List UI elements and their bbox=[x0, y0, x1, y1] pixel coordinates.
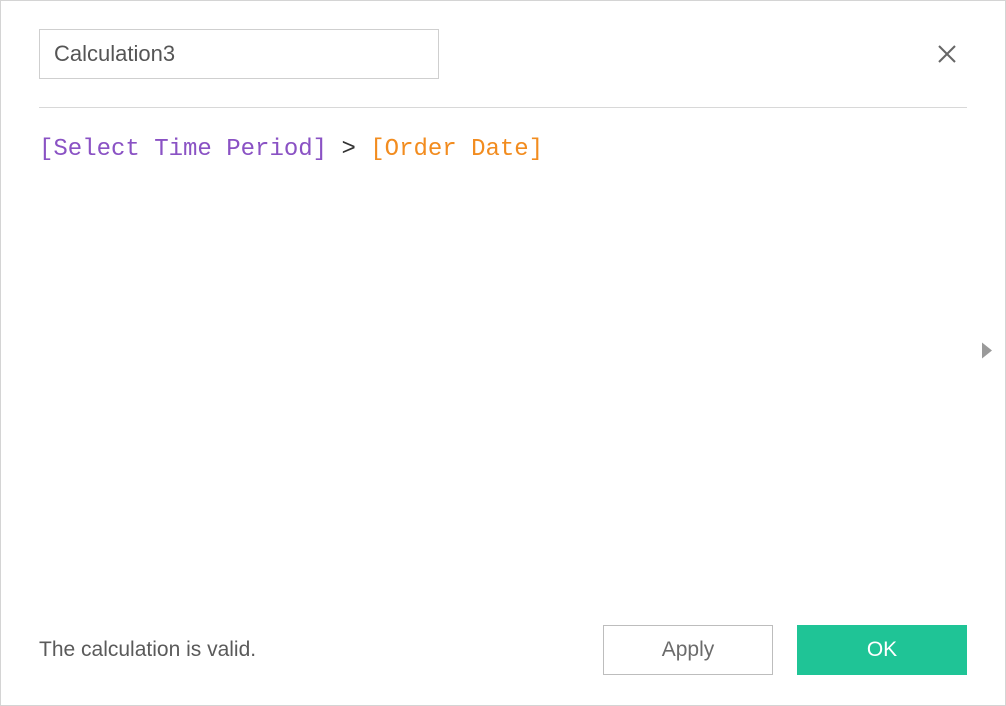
validation-status-text: The calculation is valid. bbox=[39, 638, 256, 662]
formula-token-field: [Order Date] bbox=[370, 136, 543, 163]
dialog-footer: The calculation is valid. Apply OK bbox=[1, 625, 1005, 705]
calculation-name-input[interactable] bbox=[39, 29, 439, 79]
expand-panel-button[interactable] bbox=[979, 341, 995, 366]
close-icon bbox=[935, 42, 959, 66]
ok-button[interactable]: OK bbox=[797, 625, 967, 675]
formula-editor[interactable]: [Select Time Period] > [Order Date] bbox=[1, 108, 1005, 625]
apply-button[interactable]: Apply bbox=[603, 625, 773, 675]
calculation-editor-dialog: [Select Time Period] > [Order Date] The … bbox=[0, 0, 1006, 706]
chevron-right-icon bbox=[979, 341, 995, 361]
dialog-header bbox=[1, 1, 1005, 79]
formula-token-parameter: [Select Time Period] bbox=[39, 136, 327, 163]
close-button[interactable] bbox=[931, 38, 963, 70]
formula-token-operator: > bbox=[341, 136, 355, 163]
